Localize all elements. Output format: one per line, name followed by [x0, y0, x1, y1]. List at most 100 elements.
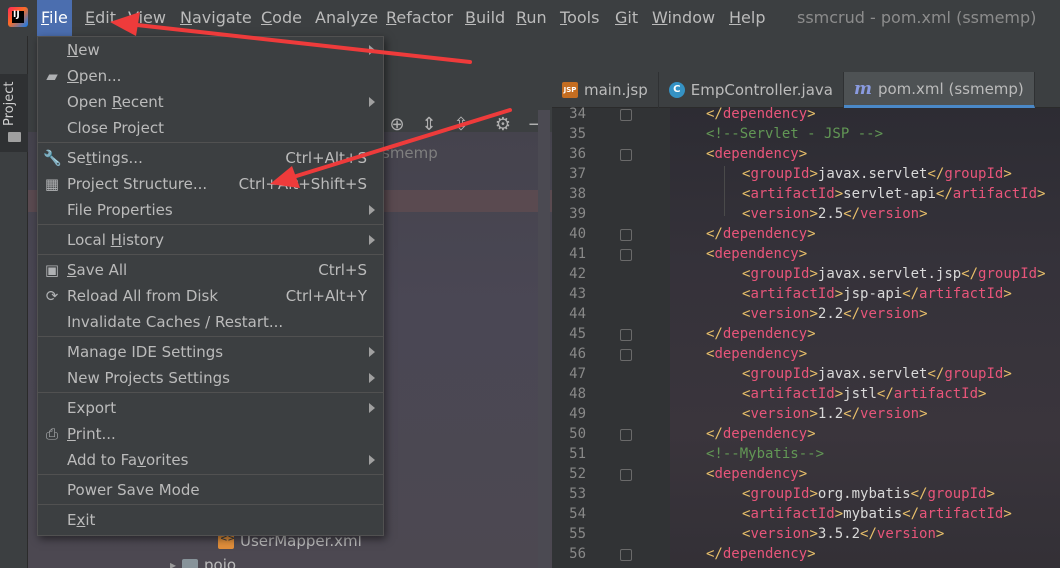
submenu-arrow-icon [369, 235, 375, 245]
code-token: > [809, 486, 818, 502]
menu-item-label: Close Project [67, 119, 164, 137]
editor-tab-pom-xml[interactable]: m pom.xml (ssmemp) [843, 72, 1035, 108]
java-class-icon: C [668, 82, 685, 98]
code-token: version [750, 406, 810, 422]
menu-item-project-structure[interactable]: ▦ Project Structure... Ctrl+Alt+Shift+S [38, 171, 383, 197]
code-token: 3.5.2 [817, 526, 861, 542]
menu-help[interactable]: Help [729, 0, 765, 36]
line-number: 56 [569, 546, 586, 562]
label-part: Local [67, 231, 111, 249]
menu-view[interactable]: View [128, 0, 166, 36]
label-mnemonic: R [111, 93, 122, 111]
code-token: > [809, 406, 818, 422]
menu-mnemonic: V [128, 8, 139, 27]
fold-marker-icon[interactable] [620, 549, 632, 561]
code-token: > [807, 326, 816, 342]
line-number: 39 [569, 206, 586, 222]
code-token: > [809, 306, 818, 322]
submenu-arrow-icon [369, 45, 375, 55]
line-number: 46 [569, 346, 586, 362]
menu-item-label: Manage IDE Settings [67, 343, 223, 361]
code-token: > [1037, 186, 1046, 202]
chevron-right-icon: ▸ [170, 558, 177, 568]
menu-item-shortcut: Ctrl+Alt+Y [285, 287, 367, 305]
fold-marker-icon[interactable] [620, 229, 632, 241]
code-token: version [750, 526, 810, 542]
menu-label-rest: indow [667, 8, 716, 27]
menu-code[interactable]: Code [261, 0, 302, 36]
menu-item-label: New Projects Settings [67, 369, 230, 387]
code-token: </ [706, 546, 723, 562]
menu-window[interactable]: Window [652, 0, 715, 36]
code-line: <version>2.2</version> [742, 306, 928, 322]
code-token: dependency [722, 326, 808, 342]
code-token: > [798, 246, 808, 262]
editor-tab-empcontroller-java[interactable]: C EmpController.java [659, 72, 844, 108]
code-token: mybatis [843, 506, 903, 522]
project-panel-scrollbar[interactable] [538, 110, 550, 568]
fold-marker-icon[interactable] [620, 469, 632, 481]
menu-item-print[interactable]: ⎙ Print... [38, 421, 383, 447]
menu-mnemonic: B [465, 8, 476, 27]
tree-node-ssmemp[interactable]: smemp [382, 144, 438, 162]
editor-tab-main-jsp[interactable]: JSP main.jsp [552, 72, 659, 108]
menu-item-close-project[interactable]: Close Project [38, 115, 383, 141]
menu-item-export[interactable]: Export [38, 395, 383, 421]
menu-label-rest: avigate [191, 8, 252, 27]
menu-item-new-projects-settings[interactable]: New Projects Settings [38, 365, 383, 391]
menu-item-label: Export [67, 399, 116, 417]
menu-item-label: Local History [67, 231, 164, 249]
code-token: groupId [750, 166, 810, 182]
menu-analyze[interactable]: Analyze [315, 0, 378, 36]
menu-item-local-history[interactable]: Local History [38, 227, 383, 253]
menu-item-label: Settings... [67, 149, 143, 167]
menu-item-exit[interactable]: Exit [38, 507, 383, 533]
fold-marker-icon[interactable] [620, 349, 632, 361]
tree-node-pojo[interactable]: ▸ pojo [170, 556, 236, 568]
submenu-arrow-icon [369, 97, 375, 107]
fold-marker-icon[interactable] [620, 429, 632, 441]
menu-build[interactable]: Build [465, 0, 505, 36]
menu-label-rest: dit [95, 8, 116, 27]
menu-navigate[interactable]: Navigate [180, 0, 252, 36]
menu-refactor[interactable]: Refactor [386, 0, 453, 36]
fold-marker-icon[interactable] [620, 149, 632, 161]
fold-marker-icon[interactable] [620, 109, 632, 121]
menu-edit[interactable]: Edit [85, 0, 116, 36]
menu-item-reload-all-from-disk[interactable]: ⟳ Reload All from Disk Ctrl+Alt+Y [38, 283, 383, 309]
menu-item-add-to-favorites[interactable]: Add to Favorites [38, 447, 383, 473]
menu-file[interactable]: File [37, 0, 72, 36]
label-part: Invalidate Caches / Restart... [67, 313, 284, 331]
submenu-arrow-icon [369, 455, 375, 465]
menu-item-label: Project Structure... [67, 175, 207, 193]
code-line: <dependency> [706, 466, 807, 482]
fold-marker-icon[interactable] [620, 249, 632, 261]
menu-label-rest: it [627, 8, 639, 27]
menu-item-settings[interactable]: 🔧 Settings... Ctrl+Alt+S [38, 145, 383, 171]
menu-item-new[interactable]: New [38, 37, 383, 63]
code-token: > [1003, 366, 1012, 382]
code-token: > [809, 266, 818, 282]
line-number: 44 [569, 306, 586, 322]
menu-item-save-all[interactable]: ▣ Save All Ctrl+S [38, 257, 383, 283]
code-token: artifactId [750, 506, 835, 522]
menu-item-invalidate-caches-restart[interactable]: Invalidate Caches / Restart... [38, 309, 383, 335]
menu-run[interactable]: Run [516, 0, 547, 36]
label-part: Add to Fa [67, 451, 138, 469]
code-token: version [860, 406, 920, 422]
code-token: artifactId [919, 506, 1004, 522]
code-token: > [935, 526, 945, 542]
menu-tools[interactable]: Tools [560, 0, 599, 36]
menu-item-file-properties[interactable]: File Properties [38, 197, 383, 223]
menu-item-manage-ide-settings[interactable]: Manage IDE Settings [38, 339, 383, 365]
fold-marker-icon[interactable] [620, 329, 632, 341]
folder-open-icon: ▰ [46, 67, 58, 85]
menu-git[interactable]: Git [615, 0, 638, 36]
menu-item-power-save-mode[interactable]: Power Save Mode [38, 477, 383, 503]
code-token: </ [706, 226, 723, 242]
menu-item-label: Invalidate Caches / Restart... [67, 313, 283, 331]
code-line: <dependency> [706, 146, 807, 162]
menu-item-open-recent[interactable]: Open Recent [38, 89, 383, 115]
menu-item-open[interactable]: ▰ Open... [38, 63, 383, 89]
line-number: 54 [569, 506, 586, 522]
